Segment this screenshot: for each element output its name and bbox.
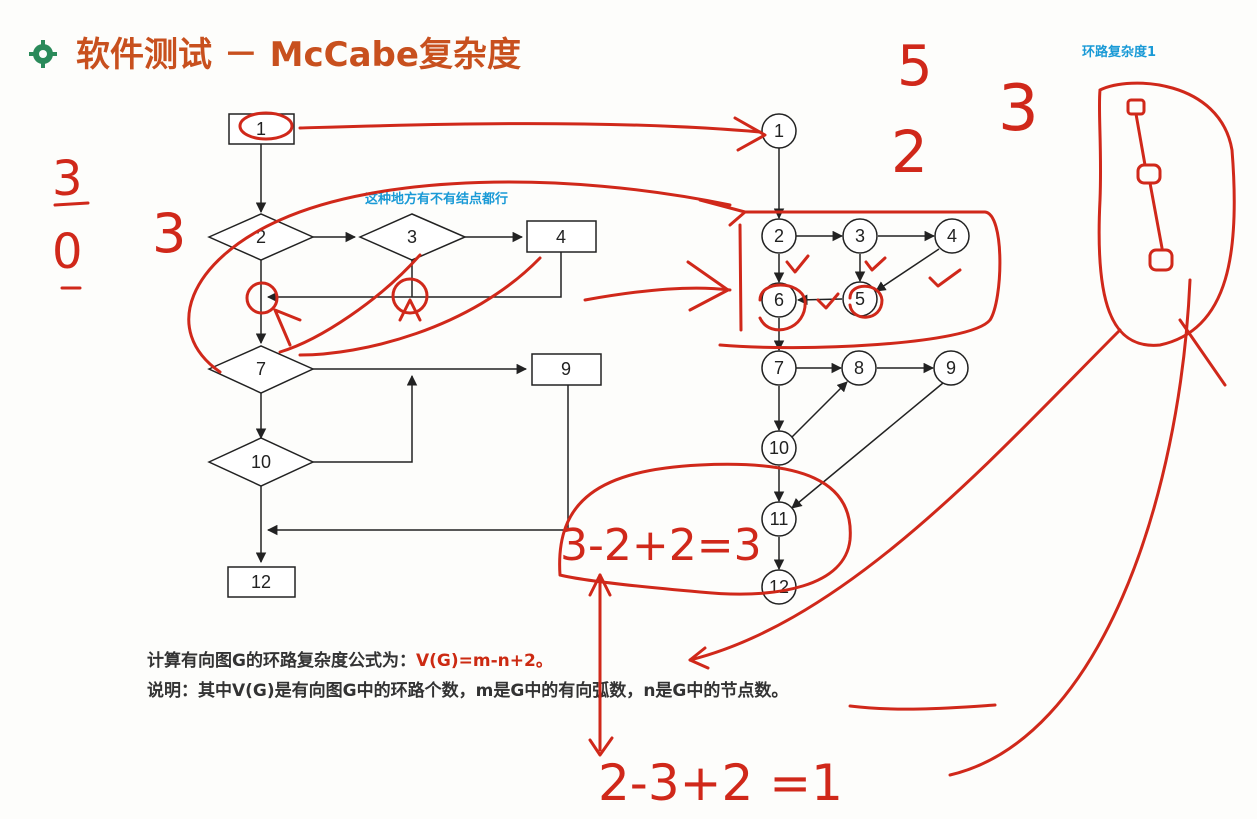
slide-canvas: 软件测试 － McCabe复杂度 这种地方有不有结点都行 环路复杂度1 1 2 … [29,34,1236,812]
flowchart-edge [266,385,569,536]
formula-line-1: 计算有向图G的环路复杂度公式为：V(G)=m-n+2。 [147,650,553,671]
flowchart [207,113,602,598]
flowchart-label: 7 [256,359,266,379]
flowgraph-edge [875,248,940,292]
slide-title: 软件测试 － McCabe复杂度 [76,35,521,75]
flowchart-label: 1 [256,119,266,139]
flowgraph-label: 6 [774,290,784,310]
annotation-loop-label: 环路复杂度1 [1082,44,1156,60]
flowgraph-label: 4 [947,226,957,246]
handwriting-calc-upper: 3-2+2=3 [560,520,762,571]
flowgraph-label: 11 [770,509,789,529]
handwriting-curve [948,278,1192,777]
handwriting-circle [245,281,279,315]
flowchart-label: 12 [251,572,271,592]
formula-line-2: 说明：其中V(G)是有向图G中的环路个数，m是G中的有向弧数，n是G中的节点数。 [147,680,788,701]
handwriting-node [1126,98,1146,116]
flowgraph-labels: 1 2 3 4 5 6 7 8 9 10 11 12 [769,121,957,597]
flowgraph-edge [791,381,848,438]
handwriting-arrow [733,116,767,152]
flowgraph-label: 8 [854,358,864,378]
flowgraph-label: 12 [769,577,789,597]
flowgraph-label: 7 [774,358,784,378]
handwriting-check [785,254,810,274]
handwriting-stroke [1178,318,1227,387]
flowgraph-label: 3 [855,226,865,246]
handwriting-curve [187,180,732,374]
flowgraph-label: 1 [774,121,784,141]
slide-header: 软件测试 － McCabe复杂度 [29,35,521,75]
flowchart-label: 4 [556,227,566,247]
flowgraph-label: 2 [774,226,784,246]
handwriting-number: 0 [52,224,83,280]
handwriting-curve [278,253,422,354]
handwriting-arrow [688,328,1122,662]
flowchart-label: 9 [561,359,571,379]
handwriting-arrow [686,260,730,312]
handwriting-check [928,268,962,288]
handwriting-number: 5 [897,34,933,99]
handwriting-curve [298,256,542,357]
flowchart-label: 3 [407,227,417,247]
flowgraph [761,113,970,605]
handwriting-number: 2 [891,118,928,186]
handwriting-check [816,292,840,310]
handwriting-node [1148,248,1174,272]
handwriting-stroke [1148,181,1164,250]
handwriting-calc-lower: 2-3+2 =1 [598,754,843,812]
flowchart-edge [313,374,418,463]
flowgraph-label: 10 [769,438,789,458]
handwriting-number: 3 [152,202,186,265]
handwriting-arrow [298,122,762,134]
gear-icon [29,40,57,68]
handwriting-underline [848,703,997,711]
handwriting-stroke [53,201,90,207]
handwriting-arrow [273,308,302,347]
handwriting-number: 3 [998,72,1039,146]
flowgraph-label: 5 [855,289,865,309]
handwriting-check [864,256,887,272]
flowgraph-edge [791,382,944,509]
handwriting-node [1136,163,1162,185]
handwriting-stroke [738,223,743,332]
handwriting-loop [1097,81,1236,347]
flowgraph-label: 9 [946,358,956,378]
handwriting-circle [391,277,429,315]
handwriting-stroke [1134,112,1147,167]
handwriting-number: 3 [52,151,83,207]
handwriting-curve [583,286,732,302]
annotation-question: 这种地方有不有结点都行 [365,191,508,207]
flowchart-label: 10 [251,452,271,472]
